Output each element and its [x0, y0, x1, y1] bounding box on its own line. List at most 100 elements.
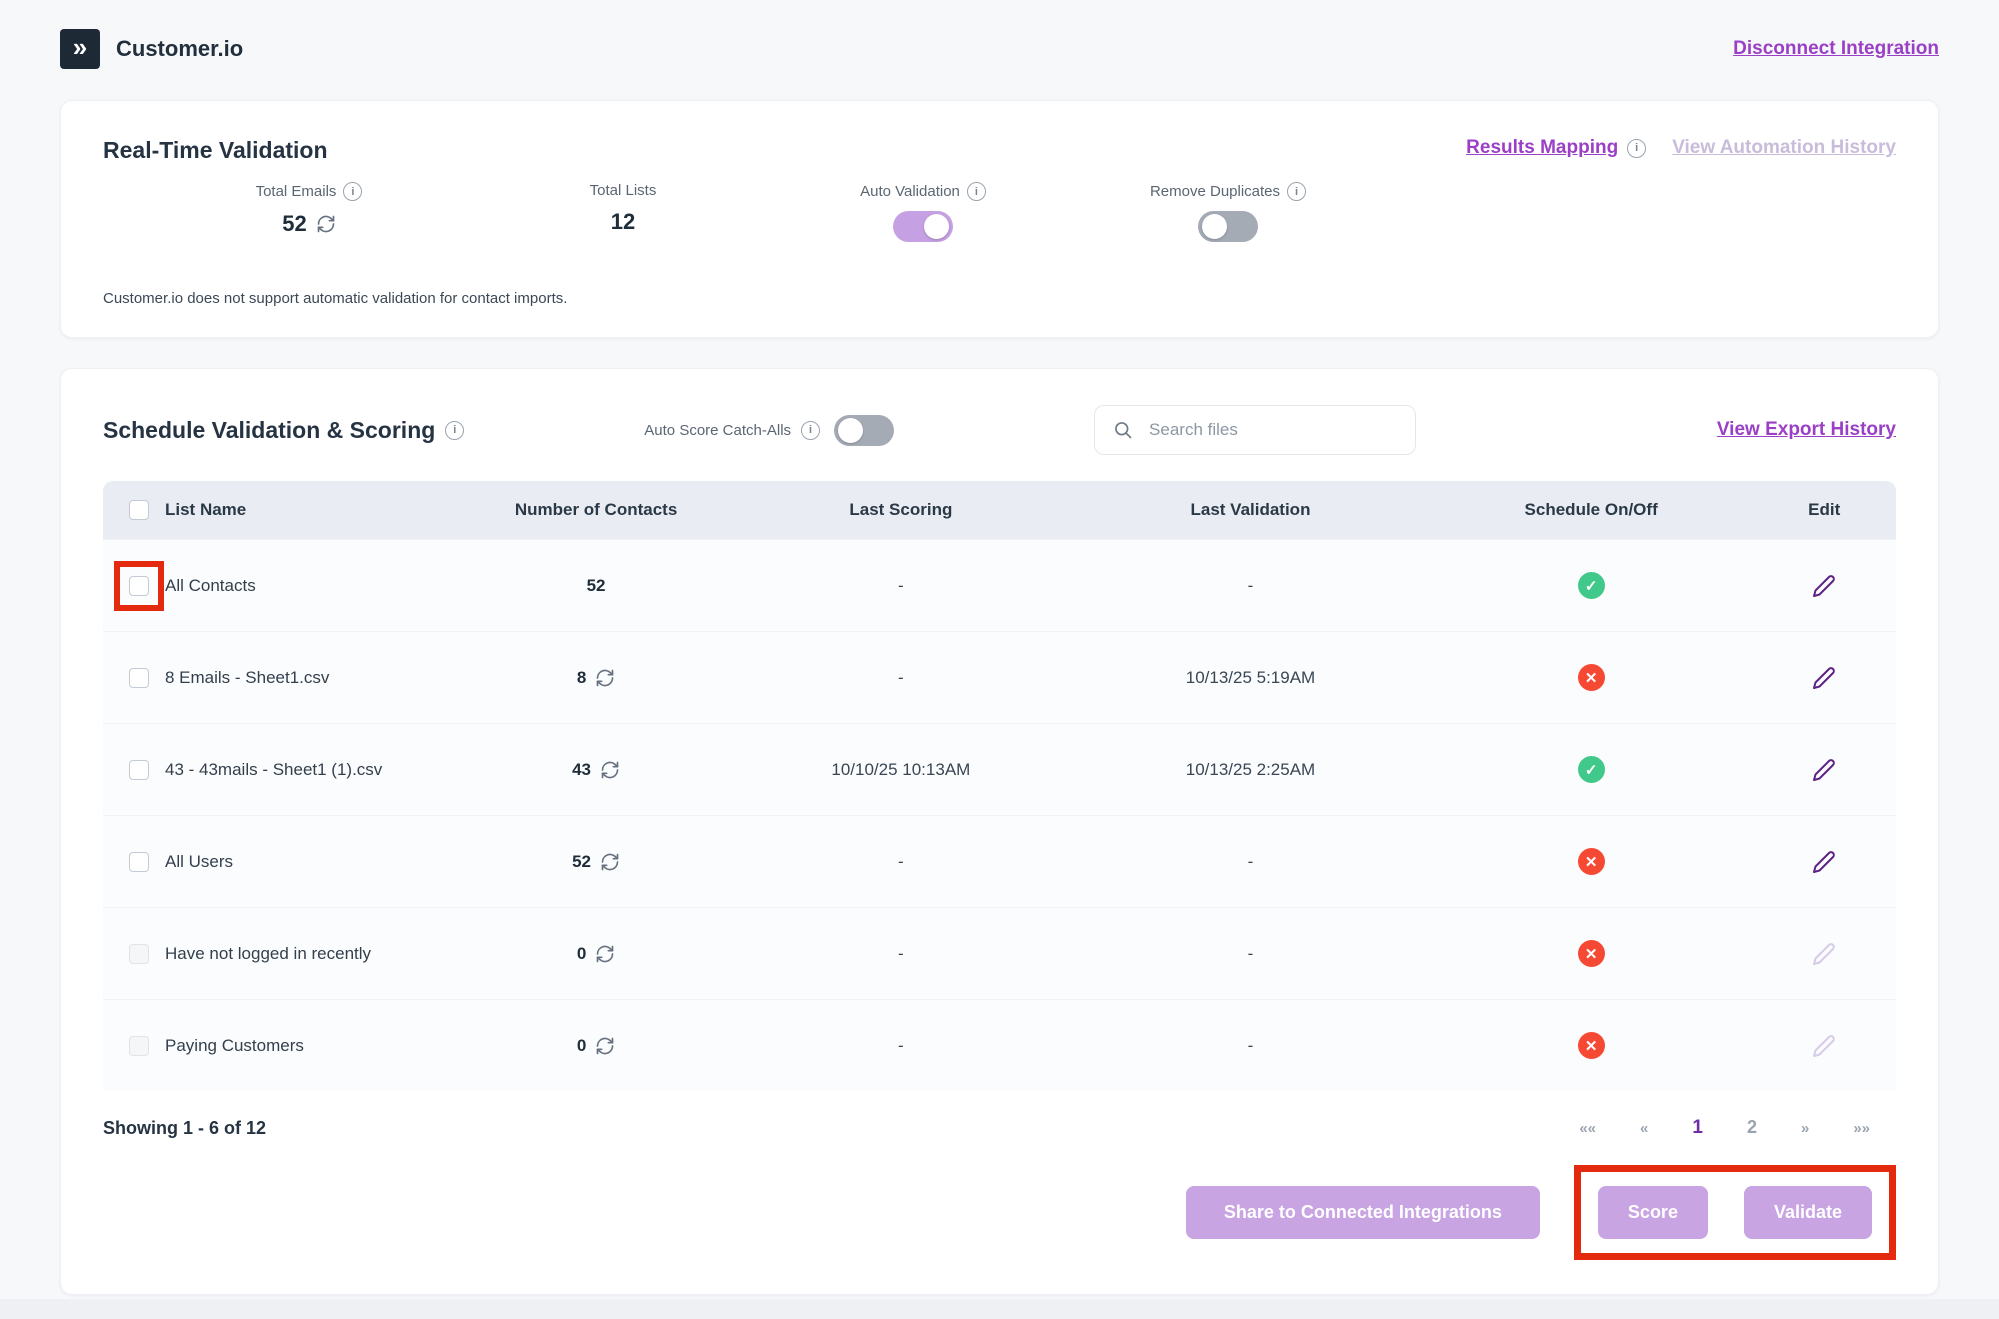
- schedule-status-icon[interactable]: ✕: [1578, 848, 1605, 875]
- pagination-next-button[interactable]: »: [1801, 1120, 1809, 1137]
- realtime-validation-card: Real-Time Validation Results Mapping i V…: [60, 100, 1939, 338]
- row-checkbox[interactable]: [129, 668, 149, 688]
- row-list-name: 8 Emails - Sheet1.csv: [165, 668, 329, 688]
- column-header-schedule: Schedule On/Off: [1430, 500, 1753, 520]
- info-icon[interactable]: i: [1627, 139, 1646, 158]
- pagination-prev-button[interactable]: «: [1640, 1120, 1648, 1137]
- remove-duplicates-toggle[interactable]: [1198, 211, 1258, 242]
- results-mapping-link[interactable]: Results Mapping: [1466, 137, 1618, 159]
- row-last-validation: -: [1071, 576, 1430, 596]
- info-icon[interactable]: i: [801, 421, 820, 440]
- schedule-status-icon[interactable]: ✓: [1578, 756, 1605, 783]
- table-row: Paying Customers 0 - - ✕: [103, 999, 1896, 1091]
- refresh-icon[interactable]: [595, 944, 615, 964]
- search-box: [1094, 405, 1416, 455]
- pagination-page-1[interactable]: 1: [1692, 1117, 1703, 1139]
- schedule-validation-card: Schedule Validation & Scoring i Auto Sco…: [60, 368, 1939, 1295]
- search-input[interactable]: [1147, 419, 1397, 441]
- column-header-list-name: List Name: [165, 500, 246, 520]
- edit-button[interactable]: [1812, 1034, 1836, 1058]
- edit-button[interactable]: [1812, 850, 1836, 874]
- auto-validation-control: Auto Validation i: [803, 182, 1043, 242]
- schedule-status-icon[interactable]: ✕: [1578, 1032, 1605, 1059]
- pagination-pages: 12: [1692, 1117, 1757, 1139]
- refresh-icon[interactable]: [600, 852, 620, 872]
- schedule-status-icon[interactable]: ✓: [1578, 572, 1605, 599]
- row-list-name: All Contacts: [165, 576, 256, 596]
- table-row: Have not logged in recently 0 - - ✕: [103, 907, 1896, 999]
- toggle-label: Remove Duplicates: [1150, 183, 1280, 200]
- share-to-integrations-button[interactable]: Share to Connected Integrations: [1186, 1186, 1540, 1239]
- row-checkbox[interactable]: [129, 944, 149, 964]
- info-icon[interactable]: i: [967, 182, 986, 201]
- disconnect-integration-link[interactable]: Disconnect Integration: [1733, 38, 1939, 60]
- row-checkbox[interactable]: [129, 760, 149, 780]
- validate-button[interactable]: Validate: [1744, 1186, 1872, 1239]
- info-icon[interactable]: i: [343, 182, 362, 201]
- table-header-row: List Name Number of Contacts Last Scorin…: [103, 481, 1896, 539]
- toggle-knob: [924, 214, 949, 239]
- auto-score-control: Auto Score Catch-Alls i: [644, 415, 894, 446]
- page: » Customer.io Disconnect Integration Rea…: [0, 0, 1999, 1299]
- stat-value: 12: [611, 209, 635, 235]
- edit-button[interactable]: [1812, 666, 1836, 690]
- search-icon: [1113, 420, 1133, 440]
- table-row: All Users 52 - - ✕: [103, 815, 1896, 907]
- toggle-knob: [1202, 214, 1227, 239]
- row-list-name: Paying Customers: [165, 1036, 304, 1056]
- row-last-scoring: -: [731, 668, 1072, 688]
- refresh-icon[interactable]: [595, 668, 615, 688]
- toggle-label: Auto Validation: [860, 183, 960, 200]
- score-button[interactable]: Score: [1598, 1186, 1708, 1239]
- column-header-last-validation: Last Validation: [1071, 500, 1430, 520]
- row-last-scoring: -: [731, 576, 1072, 596]
- column-header-contacts: Number of Contacts: [462, 500, 731, 520]
- realtime-title: Real-Time Validation: [103, 137, 328, 164]
- pagination-page-2[interactable]: 2: [1747, 1117, 1757, 1139]
- stat-label: Total Lists: [590, 182, 657, 199]
- row-last-validation: 10/13/25 2:25AM: [1071, 760, 1430, 780]
- stat-label: Total Emails: [256, 183, 337, 200]
- row-list-name: All Users: [165, 852, 233, 872]
- auto-validation-toggle[interactable]: [893, 211, 953, 242]
- row-checkbox[interactable]: [129, 1036, 149, 1056]
- refresh-icon[interactable]: [316, 214, 336, 234]
- row-last-scoring: -: [731, 1036, 1072, 1056]
- table-row: 8 Emails - Sheet1.csv 8 - 10/13/25 5:19A…: [103, 631, 1896, 723]
- stat-total-emails: Total Emails i 52: [209, 182, 409, 237]
- row-checkbox[interactable]: [129, 576, 149, 596]
- row-list-name: Have not logged in recently: [165, 944, 371, 964]
- view-automation-history-link: View Automation History: [1672, 137, 1896, 159]
- pagination-first-button[interactable]: ««: [1579, 1120, 1596, 1137]
- row-last-validation: -: [1071, 1036, 1430, 1056]
- pagination-last-button[interactable]: »»: [1853, 1120, 1870, 1137]
- row-contacts-value: 8: [577, 668, 586, 688]
- schedule-status-icon[interactable]: ✕: [1578, 940, 1605, 967]
- schedule-status-icon[interactable]: ✕: [1578, 664, 1605, 691]
- stat-total-lists: Total Lists 12: [523, 182, 723, 235]
- actions-row: Share to Connected Integrations Score Va…: [103, 1165, 1896, 1260]
- refresh-icon[interactable]: [595, 1036, 615, 1056]
- info-icon[interactable]: i: [445, 421, 464, 440]
- edit-button[interactable]: [1812, 942, 1836, 966]
- row-last-scoring: 10/10/25 10:13AM: [731, 760, 1072, 780]
- edit-button[interactable]: [1812, 574, 1836, 598]
- stat-value: 52: [282, 211, 306, 237]
- brand: » Customer.io: [60, 29, 243, 69]
- row-contacts-value: 52: [587, 576, 606, 596]
- auto-score-label: Auto Score Catch-Alls: [644, 422, 791, 439]
- view-export-history-link[interactable]: View Export History: [1717, 419, 1896, 441]
- auto-score-toggle[interactable]: [834, 415, 894, 446]
- pagination: «« « 12 » »»: [1579, 1117, 1870, 1139]
- info-icon[interactable]: i: [1287, 182, 1306, 201]
- row-contacts-value: 0: [577, 944, 586, 964]
- row-list-name: 43 - 43mails - Sheet1 (1).csv: [165, 760, 382, 780]
- table-row: All Contacts 52 - - ✓: [103, 539, 1896, 631]
- refresh-icon[interactable]: [600, 760, 620, 780]
- row-checkbox[interactable]: [129, 852, 149, 872]
- table-body: All Contacts 52 - - ✓ 8 Emails - Sheet1.…: [103, 539, 1896, 1091]
- select-all-checkbox[interactable]: [129, 500, 149, 520]
- score-validate-group: Score Validate: [1574, 1165, 1896, 1260]
- remove-duplicates-control: Remove Duplicates i: [1103, 182, 1353, 242]
- edit-button[interactable]: [1812, 758, 1836, 782]
